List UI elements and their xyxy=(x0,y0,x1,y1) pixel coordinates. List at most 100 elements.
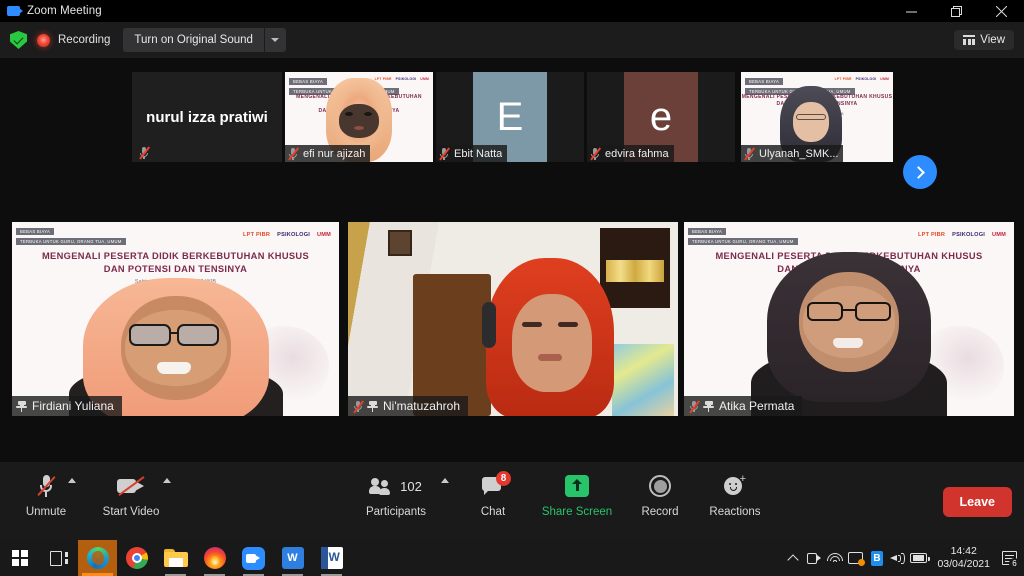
logo-lpt: LPT PIBR xyxy=(834,77,852,81)
poster-ribbon-1: BEBAS BIAYA xyxy=(289,78,328,86)
reactions-label: Reactions xyxy=(709,506,761,518)
participant-name: Firdiani Yuliana xyxy=(32,399,114,413)
room-door xyxy=(413,274,491,416)
room-trophies xyxy=(606,260,664,282)
record-button[interactable]: Record xyxy=(621,472,699,518)
bluetooth-icon[interactable] xyxy=(866,540,887,576)
poster-ribbon-2: TERBUKA UNTUK GURU, ORANG TUA, UMUM xyxy=(16,238,126,246)
gallery-tile[interactable]: BEBAS BIAYA TERBUKA UNTUK GURU, ORANG TU… xyxy=(12,222,339,416)
close-icon[interactable] xyxy=(979,0,1024,22)
google-chrome-icon[interactable] xyxy=(117,540,156,576)
green-shield-check-icon[interactable] xyxy=(10,31,27,49)
leave-button[interactable]: Leave xyxy=(942,487,1012,517)
participant-name: Ebit Natta xyxy=(454,147,503,160)
poster-ribbon-1: BEBAS BIAYA xyxy=(16,228,55,236)
logo-psikologi: PSIKOLOGI xyxy=(952,232,986,238)
record-circle-icon xyxy=(649,475,671,497)
poster-logos: LPT PIBR PSIKOLOGI UMM xyxy=(243,232,331,238)
chat-unread-badge: 8 xyxy=(496,470,511,486)
wifi-icon[interactable] xyxy=(824,540,845,576)
meeting-top-bar: Recording Turn on Original Sound View xyxy=(0,22,1024,58)
notification-count: 6 xyxy=(1009,558,1020,569)
pin-icon xyxy=(703,400,714,413)
battery-icon[interactable] xyxy=(908,540,930,576)
video-gallery: BEBAS BIAYA TERBUKA UNTUK GURU, ORANG TU… xyxy=(0,222,1024,462)
filmstrip-tile[interactable]: E Ebit Natta xyxy=(436,72,584,162)
grid-view-icon xyxy=(963,35,976,45)
logo-umm: UMM xyxy=(420,77,429,81)
window-title: Zoom Meeting xyxy=(27,5,102,17)
participant-name-badge: Atika Permata xyxy=(684,396,803,416)
participants-button[interactable]: 102 Participants xyxy=(357,472,435,518)
zoom-icon[interactable] xyxy=(234,540,273,576)
participant-name: edvira fahma xyxy=(605,147,669,160)
avatar-letter: e xyxy=(649,94,673,139)
logo-umm: UMM xyxy=(992,232,1006,238)
speaker-icon[interactable] xyxy=(887,540,908,576)
filmstrip-tile[interactable]: BEBAS BIAYA TERBUKA UNTUK GURU, ORANG TU… xyxy=(741,72,893,162)
poster-ribbon-1: BEBAS BIAYA xyxy=(745,78,784,86)
filmstrip-tile[interactable]: e edvira fahma xyxy=(587,72,735,162)
participant-name: Ni'matuzahroh xyxy=(383,399,460,413)
audio-options-caret-icon[interactable] xyxy=(68,478,76,483)
chat-button[interactable]: 8 Chat xyxy=(454,470,532,518)
clock[interactable]: 14:42 03/04/2021 xyxy=(929,545,998,571)
poster-logos: LPT PIBR PSIKOLOGI UMM xyxy=(375,77,429,81)
display-cast-icon[interactable] xyxy=(845,540,866,576)
restore-icon[interactable] xyxy=(934,0,979,22)
view-button[interactable]: View xyxy=(954,30,1014,50)
chat-bubble-icon: 8 xyxy=(482,470,511,496)
participant-name-badge: Ni'matuzahroh xyxy=(348,396,468,416)
gallery-tile[interactable]: Ni'matuzahroh xyxy=(348,222,678,416)
participant-name-large: nurul izza pratiwi xyxy=(146,108,268,126)
task-view-icon[interactable] xyxy=(39,540,78,576)
windows-start-icon[interactable] xyxy=(0,540,39,576)
gallery-tile[interactable]: BEBAS BIAYA TERBUKA UNTUK GURU, ORANG TU… xyxy=(684,222,1014,416)
original-sound-button[interactable]: Turn on Original Sound xyxy=(123,28,286,52)
mic-off-icon xyxy=(287,147,299,161)
logo-lpt: LPT PIBR xyxy=(243,232,271,238)
chevron-up-icon[interactable] xyxy=(782,540,803,576)
logo-psikologi: PSIKOLOGI xyxy=(395,77,417,81)
poster-ribbon-2: TERBUKA UNTUK GURU, ORANG TUA, UMUM xyxy=(688,238,798,246)
room-fabric xyxy=(612,344,674,416)
camera-tray-icon[interactable] xyxy=(803,540,824,576)
reactions-button[interactable]: + Reactions xyxy=(696,472,774,519)
reactions-smiley-icon: + xyxy=(724,474,746,497)
filmstrip-tile[interactable]: nurul izza pratiwi xyxy=(132,72,282,162)
filmstrip-next-button[interactable] xyxy=(903,155,937,189)
microsoft-edge-icon[interactable] xyxy=(78,540,117,576)
share-screen-button[interactable]: Share Screen xyxy=(538,472,616,518)
participants-label: Participants xyxy=(365,506,427,518)
microphone-muted-icon xyxy=(37,472,56,500)
participant-name: Ulyanah_SMK... xyxy=(759,147,839,160)
participants-icon xyxy=(369,477,394,495)
poster-logos: LPT PIBR PSIKOLOGI UMM xyxy=(918,232,1006,238)
action-center-icon[interactable]: 6 xyxy=(998,540,1020,576)
logo-lpt: LPT PIBR xyxy=(918,232,946,238)
participant-video-figure xyxy=(68,274,283,416)
minimize-icon[interactable] xyxy=(889,0,934,22)
file-explorer-icon[interactable] xyxy=(156,540,195,576)
video-label: Start Video xyxy=(102,506,160,518)
record-label: Record xyxy=(641,506,679,518)
participant-video-figure xyxy=(482,258,614,416)
wps-office-icon[interactable]: W xyxy=(273,540,312,576)
logo-psikologi: PSIKOLOGI xyxy=(855,77,877,81)
participant-name-badge: Firdiani Yuliana xyxy=(12,396,122,416)
recording-dot-icon[interactable] xyxy=(37,33,50,47)
original-sound-dropdown[interactable] xyxy=(265,28,286,52)
participants-options-caret-icon[interactable] xyxy=(441,478,449,483)
microsoft-word-icon[interactable]: W xyxy=(312,540,351,576)
video-options-caret-icon[interactable] xyxy=(163,478,171,483)
zoom-meeting-window: Zoom Meeting Recording Turn on Original … xyxy=(0,0,1024,576)
participant-name: Atika Permata xyxy=(719,399,795,413)
firefox-icon[interactable] xyxy=(195,540,234,576)
audio-label: Unmute xyxy=(25,506,67,518)
poster-title-line1: MENGENALI PESERTA DIDIK BERKEBUTUHAN KHU… xyxy=(41,251,310,261)
filmstrip-tile[interactable]: BEBAS BIAYA TERBUKA UNTUK GURU, ORANG TU… xyxy=(285,72,433,162)
video-button[interactable]: Start Video xyxy=(92,472,170,518)
pin-icon xyxy=(16,400,27,413)
mic-off-icon xyxy=(352,399,364,413)
avatar-letter: E xyxy=(496,94,524,139)
